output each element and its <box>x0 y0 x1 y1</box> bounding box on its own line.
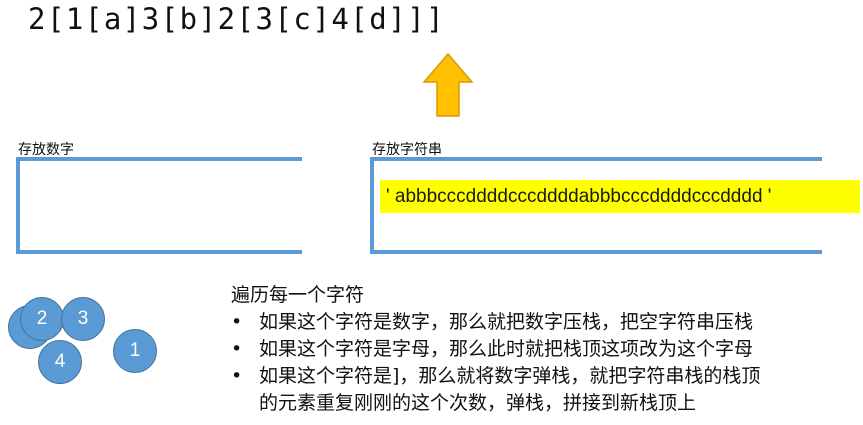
description-title: 遍历每一个字符 <box>231 284 365 306</box>
bullet-text-letter: 如果这个字符是字母，那么此时就把栈顶这项改为这个字母 <box>259 338 754 360</box>
encoded-expression: 2[1[a]3[b]2[3[c]4[d]]] <box>28 2 446 36</box>
bullet-marker: • <box>231 311 243 333</box>
number-stack-label: 存放数字 <box>18 142 74 158</box>
bullet-text-close-bracket: 如果这个字符是]，那么就将数字弹栈，就把字符串栈的栈顶 的元素重复刚刚的这个次数… <box>259 365 761 414</box>
bullet-marker: • <box>231 338 243 360</box>
bullet-text-digit: 如果这个字符是数字，那么就把数字压栈，把空字符串压栈 <box>259 311 754 333</box>
description-bullet: • 如果这个字符是]，那么就将数字弹栈，就把字符串栈的栈顶 的元素重复刚刚的这个… <box>231 363 760 417</box>
algorithm-description: 遍历每一个字符 • 如果这个字符是数字，那么就把数字压栈，把空字符串压栈 • 如… <box>231 282 760 417</box>
number-stack <box>16 157 302 254</box>
string-stack-top-value: ' abbbcccddddcccddddabbbcccddddcccdddd ' <box>380 180 860 213</box>
number-circle-4: 4 <box>38 340 82 384</box>
description-bullet: • 如果这个字符是数字，那么就把数字压栈，把空字符串压栈 <box>231 309 760 336</box>
string-stack-label: 存放字符串 <box>372 142 442 158</box>
description-bullet: • 如果这个字符是字母，那么此时就把栈顶这项改为这个字母 <box>231 336 760 363</box>
bullet-marker: • <box>231 365 243 387</box>
up-arrow-icon <box>422 52 474 117</box>
number-circle-2: 2 <box>20 297 64 341</box>
number-circle-1: 1 <box>113 329 157 373</box>
number-circle-3: 3 <box>61 297 105 341</box>
